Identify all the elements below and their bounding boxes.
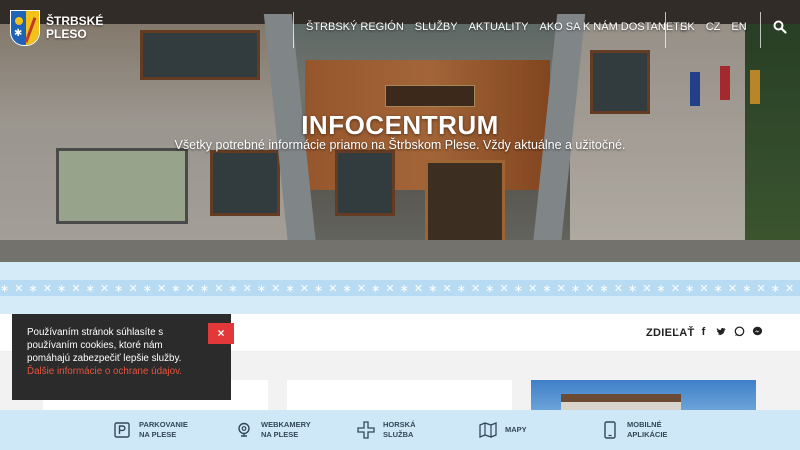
crest-icon: ✱ <box>10 10 40 46</box>
cookie-close-button[interactable]: × <box>208 323 234 344</box>
twitter-icon[interactable] <box>716 326 727 338</box>
whatsapp-icon[interactable] <box>734 326 745 338</box>
cookie-text: Používaním stránok súhlasíte s používaní… <box>27 327 182 364</box>
share-icons: f <box>698 326 763 338</box>
language-switcher: SK CZ EN <box>680 21 747 33</box>
nav-item-services[interactable]: SLUŽBY <box>415 21 458 33</box>
lang-sk[interactable]: SK <box>680 21 695 33</box>
quick-link-label: HORSKÁ SLUŽBA <box>383 420 416 439</box>
page-title: INFOCENTRUM <box>301 110 499 140</box>
mobile-icon <box>601 421 619 439</box>
nav-divider <box>665 12 666 48</box>
folk-pattern-band: ∗ ✕ ∗ ✕ ∗ ✕ ∗ ✕ ∗ ✕ ∗ ✕ ∗ ✕ ∗ ✕ ∗ ✕ ∗ ✕ … <box>0 262 800 314</box>
quick-links-bar: PARKOVANIE NA PLESE WEBKAMERY NA PLESE HOR… <box>0 410 800 450</box>
logo-text: ŠTRBSKÉ PLESO <box>46 15 103 41</box>
search-icon <box>773 20 787 34</box>
site-logo[interactable]: ✱ ŠTRBSKÉ PLESO <box>10 10 103 46</box>
quick-link-label: MOBILNÉ APLIKÁCIE <box>627 420 668 439</box>
folk-pattern: ∗ ✕ ∗ ✕ ∗ ✕ ∗ ✕ ∗ ✕ ∗ ✕ ∗ ✕ ∗ ✕ ∗ ✕ ∗ ✕ … <box>0 280 800 296</box>
main-nav: ŠTRBSKÝ REGIÓN SLUŽBY AKTUALITY AKO SA K… <box>306 21 687 33</box>
quick-link-label: WEBKAMERY NA PLESE <box>261 420 311 439</box>
quick-link-label: PARKOVANIE NA PLESE <box>139 420 188 439</box>
cookie-banner: Používaním stránok súhlasíte s používaní… <box>12 314 234 400</box>
quick-link-parking[interactable]: PARKOVANIE NA PLESE <box>95 410 217 450</box>
nav-divider <box>293 12 294 48</box>
quick-link-maps[interactable]: MAPY <box>461 410 583 450</box>
site-header: ✱ ŠTRBSKÉ PLESO ŠTRBSKÝ REGIÓN SLUŽBY AK… <box>0 0 800 56</box>
quick-link-mobile-apps[interactable]: MOBILNÉ APLIKÁCIE <box>583 410 705 450</box>
webcam-icon <box>235 421 253 439</box>
search-button[interactable] <box>773 20 787 34</box>
messenger-icon[interactable] <box>752 326 763 338</box>
nav-divider <box>760 12 761 48</box>
quick-link-mountain-rescue[interactable]: HORSKÁ SLUŽBA <box>339 410 461 450</box>
nav-item-region[interactable]: ŠTRBSKÝ REGIÓN <box>306 21 404 33</box>
privacy-link[interactable]: Ďalšie informácie o ochrane údajov. <box>27 365 217 378</box>
lang-en[interactable]: EN <box>731 21 746 33</box>
nav-item-news[interactable]: AKTUALITY <box>469 21 529 33</box>
lang-cz[interactable]: CZ <box>706 21 721 33</box>
mountain-rescue-icon <box>357 421 375 439</box>
logo-line2: PLESO <box>46 27 87 41</box>
parking-icon <box>113 421 131 439</box>
share-label: ZDIEĽAŤ <box>646 327 695 339</box>
page-subtitle: Všetky potrebné informácie priamo na Štr… <box>174 138 626 152</box>
quick-link-label: MAPY <box>505 425 527 434</box>
quick-link-webcams[interactable]: WEBKAMERY NA PLESE <box>217 410 339 450</box>
map-icon <box>479 421 497 439</box>
facebook-icon[interactable]: f <box>698 326 709 338</box>
close-icon: × <box>217 326 225 340</box>
